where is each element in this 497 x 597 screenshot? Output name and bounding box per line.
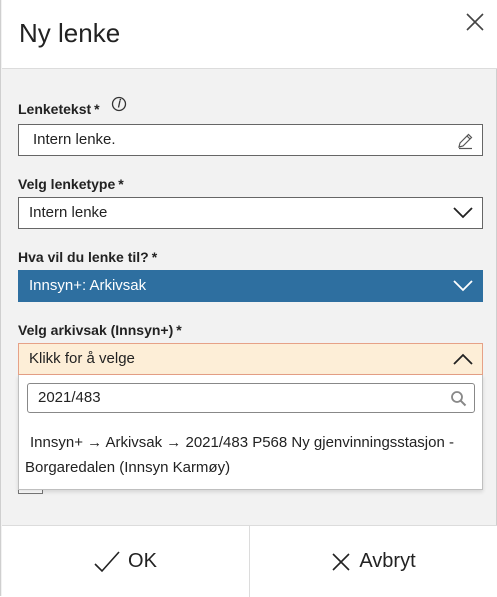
link-target-select[interactable]: Innsyn+: Arkivsak <box>18 270 483 302</box>
x-icon <box>332 552 350 571</box>
close-button[interactable] <box>463 10 487 34</box>
chevron-down-icon <box>453 280 473 292</box>
dialog-title: Ny lenke <box>19 18 121 48</box>
required-mark: * <box>176 322 182 338</box>
hidden-field-edge <box>18 490 43 494</box>
chevron-up-icon <box>453 353 473 365</box>
info-icon[interactable] <box>111 96 127 112</box>
ok-label: OK <box>128 550 157 572</box>
check-icon <box>94 550 120 572</box>
required-mark: * <box>151 249 158 265</box>
new-link-dialog: Ny lenke Lenketekst * Intern lenke. Velg … <box>0 0 497 597</box>
link-text-label: Lenketekst * <box>18 101 100 117</box>
archive-case-dropdown: 2021/483 Innsyn+ → Arkivsak → 2021/483 P… <box>18 375 483 490</box>
dropdown-option[interactable]: Innsyn+ → Arkivsak → 2021/483 P568 Ny gj… <box>25 430 470 480</box>
dialog-header: Ny lenke <box>2 0 497 69</box>
option-line-1: Innsyn+ → Arkivsak → 2021/483 P568 Ny gj… <box>30 434 454 451</box>
dialog-footer: OK Avbryt <box>2 525 497 597</box>
close-icon <box>466 13 484 31</box>
search-icon[interactable] <box>450 390 467 407</box>
option-line-2: Borgaredalen (Innsyn Karmøy) <box>25 459 231 476</box>
link-type-label: Velg lenketype * <box>18 176 124 192</box>
required-mark: * <box>118 176 124 192</box>
chevron-down-icon <box>453 207 473 219</box>
required-mark: * <box>94 101 100 117</box>
link-text-input[interactable]: Intern lenke. <box>18 124 483 156</box>
cancel-button[interactable]: Avbryt <box>250 526 497 597</box>
archive-case-label: Velg arkivsak (Innsyn+) * <box>18 322 182 338</box>
archive-case-select[interactable]: Klikk for å velge <box>18 343 483 375</box>
archive-case-search-input[interactable]: 2021/483 <box>27 383 475 413</box>
cancel-label: Avbryt <box>359 550 416 572</box>
link-type-select[interactable]: Intern lenke <box>18 197 483 229</box>
link-target-label: Hva vil du lenke til? * <box>18 249 158 265</box>
pencil-icon[interactable] <box>456 132 474 150</box>
ok-button[interactable]: OK <box>2 526 250 597</box>
